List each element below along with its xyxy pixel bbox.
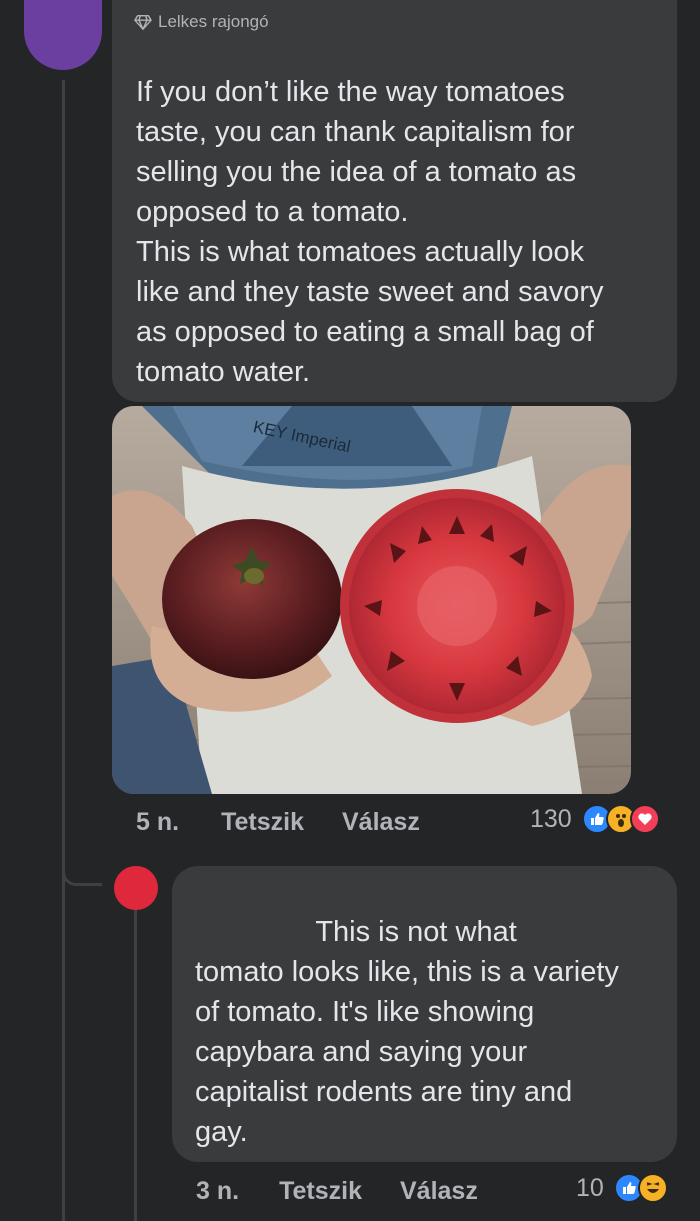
diamond-icon xyxy=(134,14,152,30)
reply-meta: 3 n. Tetszik Válasz xyxy=(196,1177,478,1206)
comment-photo[interactable]: KEY Imperial xyxy=(112,406,631,794)
reaction-summary[interactable]: 130 xyxy=(530,804,660,834)
comment-meta: 5 n. Tetszik Válasz xyxy=(136,808,420,837)
comment-bubble: Lelkes rajongó If you don’t like the way… xyxy=(112,0,677,402)
thread-line-main xyxy=(62,80,65,1221)
reply-reply-button[interactable]: Válasz xyxy=(400,1177,478,1206)
reply-button[interactable]: Válasz xyxy=(342,808,420,837)
tomato-photo: KEY Imperial xyxy=(112,406,631,794)
avatar[interactable] xyxy=(24,0,102,70)
comment-text: If you don’t like the way tomatoes taste… xyxy=(136,76,604,388)
like-button[interactable]: Tetszik xyxy=(221,808,304,837)
badge-label: Lelkes rajongó xyxy=(158,12,269,31)
reaction-count: 130 xyxy=(530,804,572,833)
reply-reaction-count: 10 xyxy=(576,1173,604,1202)
thread-line-reply xyxy=(134,905,137,1221)
reply-text: This is not what tomato looks like, this… xyxy=(195,916,619,1148)
reply-reaction-summary[interactable]: 10 xyxy=(576,1173,668,1203)
reply-time[interactable]: 3 n. xyxy=(196,1177,239,1206)
haha-icon xyxy=(637,1173,668,1203)
reply-like-button[interactable]: Tetszik xyxy=(279,1177,362,1206)
thread-line-branch xyxy=(62,858,102,886)
top-fan-badge: Lelkes rajongó xyxy=(134,12,269,32)
reply-bubble: This is not what tomato looks like, this… xyxy=(172,866,677,1162)
reply-avatar[interactable] xyxy=(114,866,158,910)
comment-time[interactable]: 5 n. xyxy=(136,808,179,837)
love-icon xyxy=(629,804,660,834)
